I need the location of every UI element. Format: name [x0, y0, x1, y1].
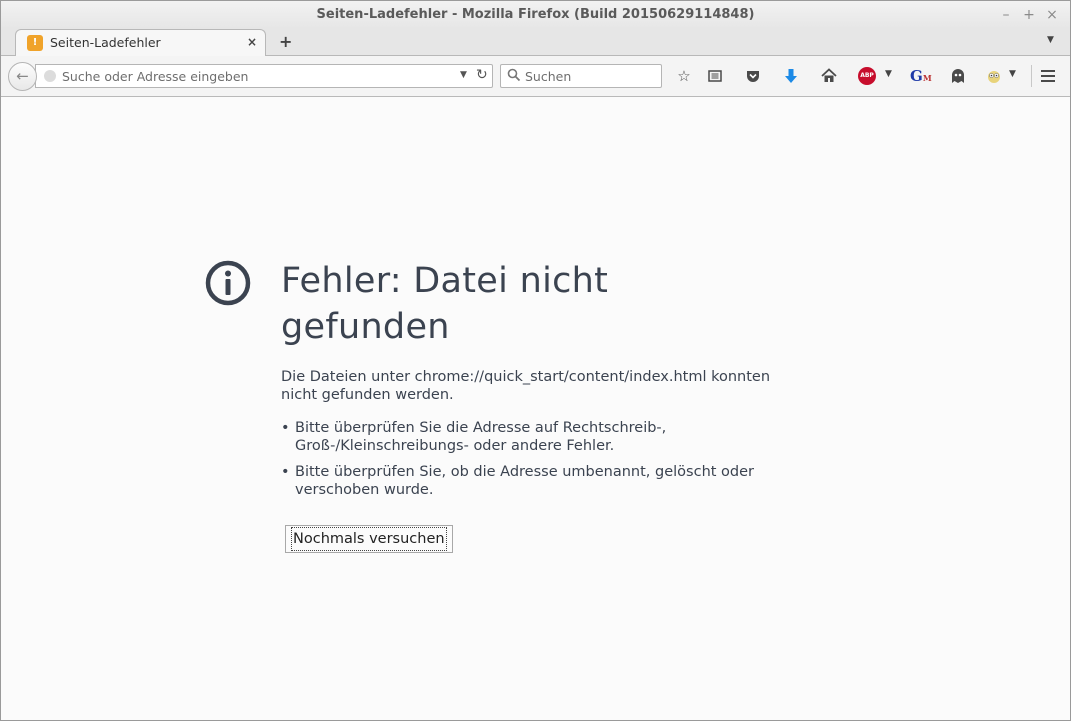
retry-button-label: Nochmals versuchen — [291, 527, 447, 551]
reload-icon[interactable]: ↻ — [476, 67, 488, 83]
ghostery-icon[interactable] — [948, 66, 968, 86]
window-title: Seiten-Ladefehler - Mozilla Firefox (Bui… — [316, 7, 755, 22]
search-input[interactable] — [525, 68, 655, 84]
adblock-dropdown-icon[interactable]: ▼ — [885, 69, 892, 79]
warning-page-icon: ! — [27, 35, 43, 51]
error-tip-item: Bitte überprüfen Sie die Adresse auf Rec… — [281, 419, 801, 455]
url-input[interactable] — [62, 68, 452, 84]
maximize-button[interactable]: + — [1021, 7, 1037, 23]
tab-seiten-ladefehler[interactable]: ! Seiten-Ladefehler × — [15, 29, 266, 56]
minimize-button[interactable]: – — [998, 7, 1014, 23]
url-bar[interactable]: ▼ ↻ — [35, 64, 493, 88]
search-icon — [507, 68, 521, 82]
owl-icon[interactable] — [984, 66, 1004, 86]
browser-window: Seiten-Ladefehler - Mozilla Firefox (Bui… — [0, 0, 1071, 721]
home-icon[interactable] — [819, 66, 839, 86]
error-description: Die Dateien unter chrome://quick_start/c… — [281, 369, 771, 403]
toolbar-separator — [1031, 65, 1032, 87]
list-all-tabs-button[interactable]: ▼ — [1047, 35, 1054, 45]
reading-list-icon[interactable] — [705, 66, 725, 86]
error-tips-list: Bitte überprüfen Sie die Adresse auf Rec… — [281, 419, 801, 507]
pocket-icon[interactable] — [743, 66, 763, 86]
retry-button[interactable]: Nochmals versuchen — [285, 525, 453, 553]
page-content: Fehler: Datei nicht gefunden Die Dateien… — [1, 97, 1070, 720]
tab-label: Seiten-Ladefehler — [50, 35, 161, 50]
site-identity-icon[interactable] — [44, 70, 56, 82]
close-window-button[interactable]: × — [1044, 7, 1060, 23]
new-tab-button[interactable]: + — [279, 33, 293, 51]
download-icon[interactable] — [781, 66, 801, 86]
adblock-plus-icon[interactable]: ABP — [858, 67, 876, 85]
url-history-dropdown-icon[interactable]: ▼ — [460, 70, 467, 80]
translate-icon[interactable]: GM — [910, 66, 932, 86]
error-tip-item: Bitte überprüfen Sie, ob die Adresse umb… — [281, 463, 801, 499]
info-icon — [205, 260, 251, 306]
search-bar[interactable] — [500, 64, 662, 88]
owl-dropdown-icon[interactable]: ▼ — [1009, 69, 1016, 79]
bookmark-star-icon[interactable]: ☆ — [674, 66, 694, 86]
title-bar: Seiten-Ladefehler - Mozilla Firefox (Bui… — [1, 1, 1070, 29]
back-button[interactable]: ← — [8, 62, 37, 91]
menu-icon[interactable] — [1038, 66, 1058, 86]
tab-strip: ! Seiten-Ladefehler × + ▼ — [1, 29, 1070, 56]
navigation-toolbar: ▼ ↻ ← ☆ ABP ▼ GM — [1, 56, 1070, 97]
tab-close-icon[interactable]: × — [247, 35, 257, 49]
error-title: Fehler: Datei nicht gefunden — [281, 261, 609, 347]
